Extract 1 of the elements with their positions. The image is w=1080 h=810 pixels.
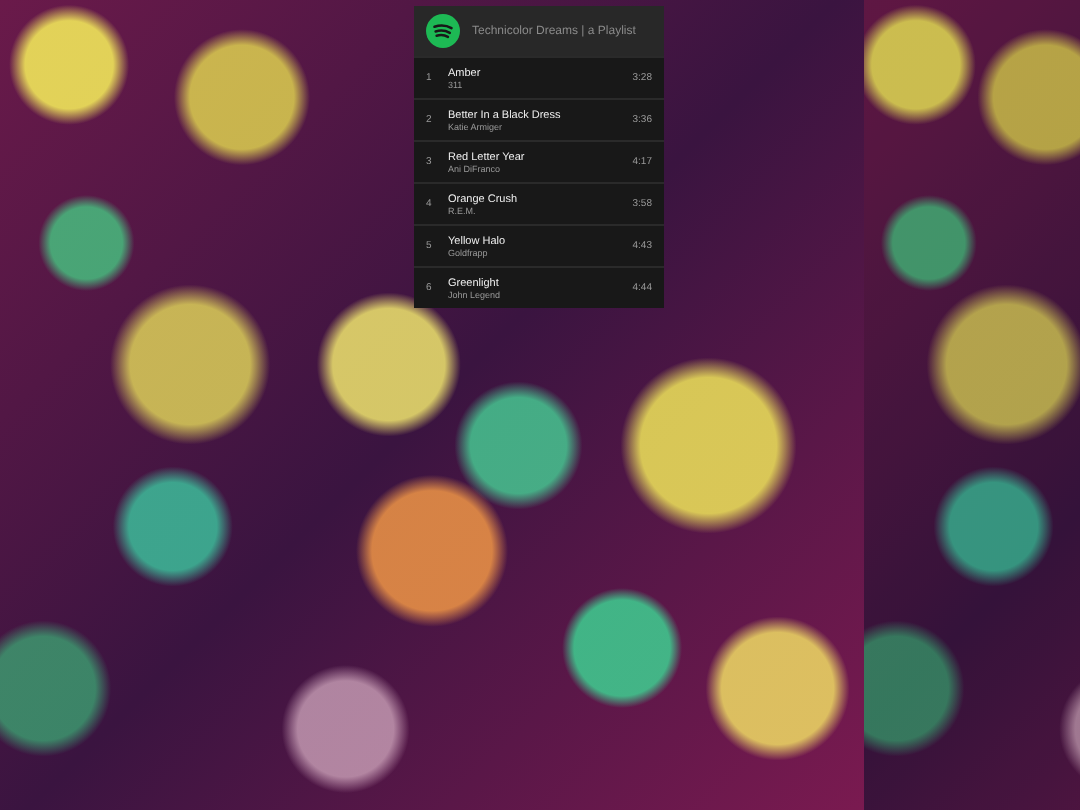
logo-icon: [426, 14, 460, 48]
